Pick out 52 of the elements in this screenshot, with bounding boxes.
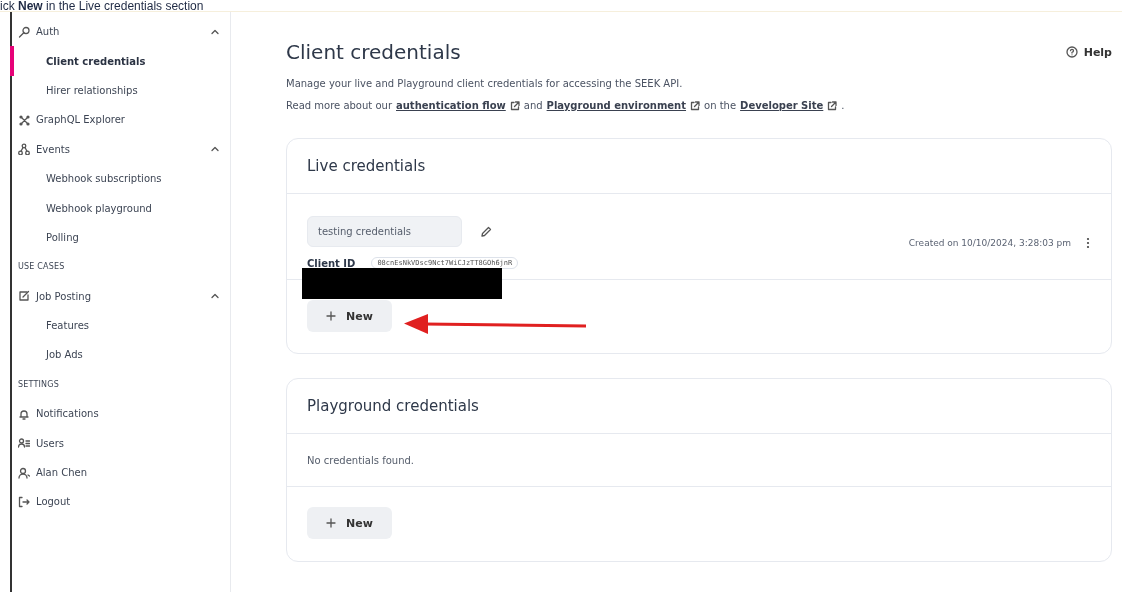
edit-icon	[18, 290, 30, 303]
external-link-icon	[509, 100, 520, 111]
plus-icon	[326, 311, 337, 321]
network-icon	[18, 143, 30, 156]
nav-item[interactable]: Job Posting	[18, 290, 210, 303]
nav-subitem[interactable]: Client credentials	[12, 46, 230, 76]
nodes-icon	[18, 113, 30, 126]
nav-item[interactable]: Notifications	[18, 407, 220, 420]
client-id-label: Client ID	[307, 257, 356, 269]
page-title: Client credentials	[286, 40, 461, 64]
name-field[interactable]: testing credentials	[307, 216, 462, 247]
empty-message: No credentials found.	[287, 434, 1111, 487]
nav-subitem[interactable]: Webhook playground	[12, 193, 230, 223]
doc-link[interactable]: Playground environment	[546, 100, 701, 111]
nav-item[interactable]: Users	[18, 437, 220, 450]
more-icon[interactable]	[1085, 236, 1091, 249]
text: Read more about our	[286, 100, 392, 111]
nav-item[interactable]: GraphQL Explorer	[18, 113, 220, 126]
nav-item[interactable]: Alan Chen	[18, 466, 220, 479]
bell-icon	[18, 407, 30, 420]
new-button[interactable]: New	[307, 300, 392, 332]
text: on the	[704, 100, 737, 111]
text: and	[523, 100, 543, 111]
nav-subitem[interactable]: Hirer relationships	[12, 75, 230, 106]
card-title: Playground credentials	[287, 379, 1111, 434]
external-link-icon	[690, 100, 701, 111]
nav-subitem[interactable]: Job Ads	[12, 340, 230, 370]
nav-subitem[interactable]: Polling	[12, 222, 230, 253]
selection-indicator	[10, 46, 14, 76]
text: .	[841, 100, 845, 111]
nav-item[interactable]: Events	[18, 143, 210, 156]
external-link-icon	[827, 100, 838, 111]
created-date: Created on 10/10/2024, 3:28:03 pm	[908, 237, 1071, 248]
section-heading: USE CASES	[18, 262, 65, 272]
help-button[interactable]: Help	[1065, 45, 1112, 59]
instruction-caption: ick New in the Live credentials section	[0, 0, 1122, 12]
user-icon	[18, 466, 30, 479]
page-description: Manage your live and Playground client credentials for accessing the SEEK API.	[286, 78, 684, 89]
nav-subitem[interactable]: Webhook subscriptions	[12, 163, 230, 194]
pencil-icon[interactable]	[480, 225, 492, 238]
doc-link[interactable]: authentication flow	[396, 100, 520, 111]
doc-link[interactable]: Developer Site	[740, 100, 838, 111]
new-button[interactable]: New	[307, 507, 392, 539]
section-heading: SETTINGS	[18, 379, 59, 389]
help-icon	[1065, 46, 1078, 58]
users-list-icon	[18, 437, 30, 450]
card-title: Live credentials	[287, 139, 1111, 194]
nav-subitem[interactable]: Features	[12, 310, 230, 341]
logout-icon	[18, 495, 30, 508]
nav-item[interactable]: Auth	[18, 25, 210, 38]
plus-icon	[326, 518, 337, 528]
nav-item[interactable]: Logout	[18, 495, 220, 508]
